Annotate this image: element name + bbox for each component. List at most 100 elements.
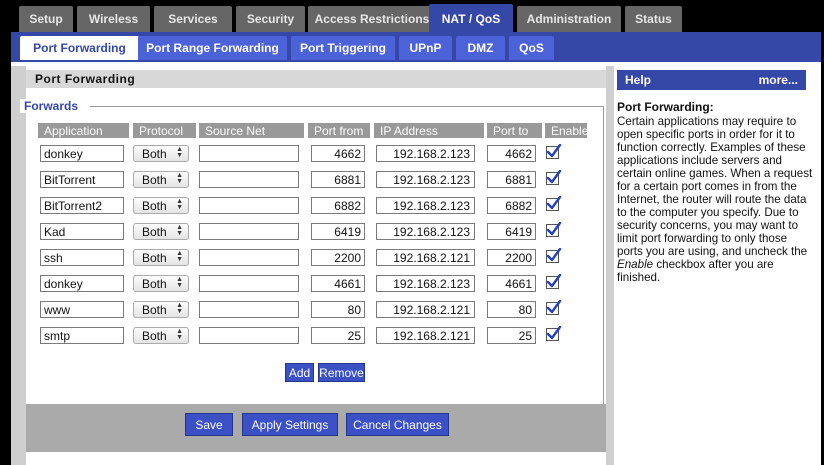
- protocol-select[interactable]: Both ▲ ▼: [133, 223, 189, 240]
- port-to-field[interactable]: 2200: [487, 249, 536, 266]
- subtab-upnp[interactable]: UPnP: [399, 36, 452, 60]
- application-name-field[interactable]: smtp: [40, 327, 124, 344]
- enable-checkbox[interactable]: [546, 300, 562, 315]
- ip-address-field[interactable]: 192.168.2.123: [376, 145, 475, 162]
- port-to-field[interactable]: 4662: [487, 145, 536, 162]
- save-button[interactable]: Save: [185, 413, 233, 436]
- protocol-select[interactable]: Both ▲ ▼: [133, 301, 189, 318]
- port-to-field[interactable]: 6881: [487, 171, 536, 188]
- source-net-field[interactable]: [199, 327, 299, 344]
- application-name-field[interactable]: Kad: [40, 223, 124, 240]
- port-from-field[interactable]: 4661: [311, 275, 365, 292]
- tab-nat-qos[interactable]: NAT / QoS: [429, 4, 513, 34]
- tab-services[interactable]: Services: [154, 6, 232, 32]
- application-name-field[interactable]: www: [40, 301, 124, 318]
- tab-status[interactable]: Status: [625, 6, 682, 32]
- protocol-select[interactable]: Both ▲ ▼: [133, 171, 189, 188]
- protocol-value: Both: [142, 198, 167, 213]
- ip-address-field[interactable]: 192.168.2.121: [376, 301, 475, 318]
- source-net-field[interactable]: [199, 275, 299, 292]
- cancel-changes-button[interactable]: Cancel Changes: [346, 413, 449, 436]
- subtab-port-triggering[interactable]: Port Triggering: [291, 36, 395, 60]
- help-text-part: Certain applications may require to open…: [617, 115, 813, 258]
- tab-wireless[interactable]: Wireless: [77, 6, 150, 32]
- ip-address-field[interactable]: 192.168.2.123: [376, 197, 475, 214]
- port-to-field[interactable]: 25: [487, 327, 536, 344]
- application-name-field[interactable]: donkey: [40, 145, 124, 162]
- main-nav: Setup Wireless Services Security Access …: [11, 0, 821, 34]
- help-text-emphasis: Enable: [617, 258, 654, 271]
- protocol-value: Both: [142, 250, 167, 265]
- enable-checkbox[interactable]: [546, 170, 562, 185]
- source-net-field[interactable]: [199, 171, 299, 188]
- protocol-value: Both: [142, 328, 167, 343]
- column-header-port-from: Port from: [308, 123, 370, 138]
- apply-settings-button[interactable]: Apply Settings: [242, 413, 338, 436]
- checkmark-icon: [546, 222, 562, 236]
- subtab-qos[interactable]: QoS: [509, 36, 554, 60]
- subtab-port-forwarding[interactable]: Port Forwarding: [20, 36, 139, 60]
- port-from-field[interactable]: 25: [311, 327, 365, 344]
- checkmark-icon: [546, 326, 562, 340]
- port-to-field[interactable]: 80: [487, 301, 536, 318]
- enable-checkbox[interactable]: [546, 326, 562, 341]
- port-from-field[interactable]: 4662: [311, 145, 365, 162]
- protocol-select[interactable]: Both ▲ ▼: [133, 275, 189, 292]
- port-to-field[interactable]: 6419: [487, 223, 536, 240]
- help-panel: Help more... Port Forwarding: Certain ap…: [614, 66, 821, 465]
- source-net-field[interactable]: [199, 249, 299, 266]
- column-header-application: Application: [38, 123, 129, 138]
- subtab-port-range-forwarding[interactable]: Port Range Forwarding: [138, 36, 287, 60]
- enable-checkbox[interactable]: [546, 196, 562, 211]
- tab-security[interactable]: Security: [236, 6, 305, 32]
- source-net-field[interactable]: [199, 145, 299, 162]
- application-name-field[interactable]: BitTorrent: [40, 171, 124, 188]
- tab-administration[interactable]: Administration: [517, 6, 621, 32]
- enable-checkbox[interactable]: [546, 248, 562, 263]
- port-from-field[interactable]: 80: [311, 301, 365, 318]
- column-header-ip-address: IP Address: [374, 123, 484, 138]
- checkmark-icon: [546, 274, 562, 288]
- port-from-field[interactable]: 6882: [311, 197, 365, 214]
- ip-address-field[interactable]: 192.168.2.123: [376, 223, 475, 240]
- tab-setup[interactable]: Setup: [19, 6, 73, 32]
- ip-address-field[interactable]: 192.168.2.121: [376, 249, 475, 266]
- application-name-field[interactable]: ssh: [40, 249, 124, 266]
- protocol-select[interactable]: Both ▲ ▼: [133, 249, 189, 266]
- checkmark-icon: [546, 300, 562, 314]
- ip-address-field[interactable]: 192.168.2.123: [376, 171, 475, 188]
- enable-checkbox[interactable]: [546, 144, 562, 159]
- protocol-select[interactable]: Both ▲ ▼: [133, 197, 189, 214]
- port-from-field[interactable]: 6881: [311, 171, 365, 188]
- help-title-label: Help: [625, 73, 652, 87]
- column-header-protocol: Protocol: [133, 123, 196, 138]
- select-arrows-icon: ▲ ▼: [176, 276, 183, 289]
- remove-button[interactable]: Remove: [318, 363, 365, 382]
- source-net-field[interactable]: [199, 197, 299, 214]
- enable-checkbox[interactable]: [546, 274, 562, 289]
- select-arrows-icon: ▲ ▼: [176, 328, 183, 341]
- tab-access-restrictions[interactable]: Access Restrictions: [308, 6, 436, 32]
- select-arrows-icon: ▲ ▼: [176, 224, 183, 237]
- fieldset-legend: Forwards: [20, 99, 91, 113]
- enable-checkbox[interactable]: [546, 222, 562, 237]
- port-to-field[interactable]: 4661: [487, 275, 536, 292]
- help-more-link[interactable]: more...: [759, 73, 798, 87]
- port-from-field[interactable]: 2200: [311, 249, 365, 266]
- source-net-field[interactable]: [199, 223, 299, 240]
- source-net-field[interactable]: [199, 301, 299, 318]
- protocol-select[interactable]: Both ▲ ▼: [133, 327, 189, 344]
- protocol-select[interactable]: Both ▲ ▼: [133, 145, 189, 162]
- ip-address-field[interactable]: 192.168.2.121: [376, 327, 475, 344]
- checkmark-icon: [546, 248, 562, 262]
- ip-address-field[interactable]: 192.168.2.123: [376, 275, 475, 292]
- column-header-port-to: Port to: [487, 123, 542, 138]
- add-button[interactable]: Add: [285, 363, 314, 382]
- select-arrows-icon: ▲ ▼: [176, 172, 183, 185]
- port-from-field[interactable]: 6419: [311, 223, 365, 240]
- port-to-field[interactable]: 6882: [487, 197, 536, 214]
- router-admin-frame: Setup Wireless Services Security Access …: [11, 0, 821, 465]
- subtab-dmz[interactable]: DMZ: [456, 36, 505, 60]
- application-name-field[interactable]: donkey: [40, 275, 124, 292]
- application-name-field[interactable]: BitTorrent2: [40, 197, 124, 214]
